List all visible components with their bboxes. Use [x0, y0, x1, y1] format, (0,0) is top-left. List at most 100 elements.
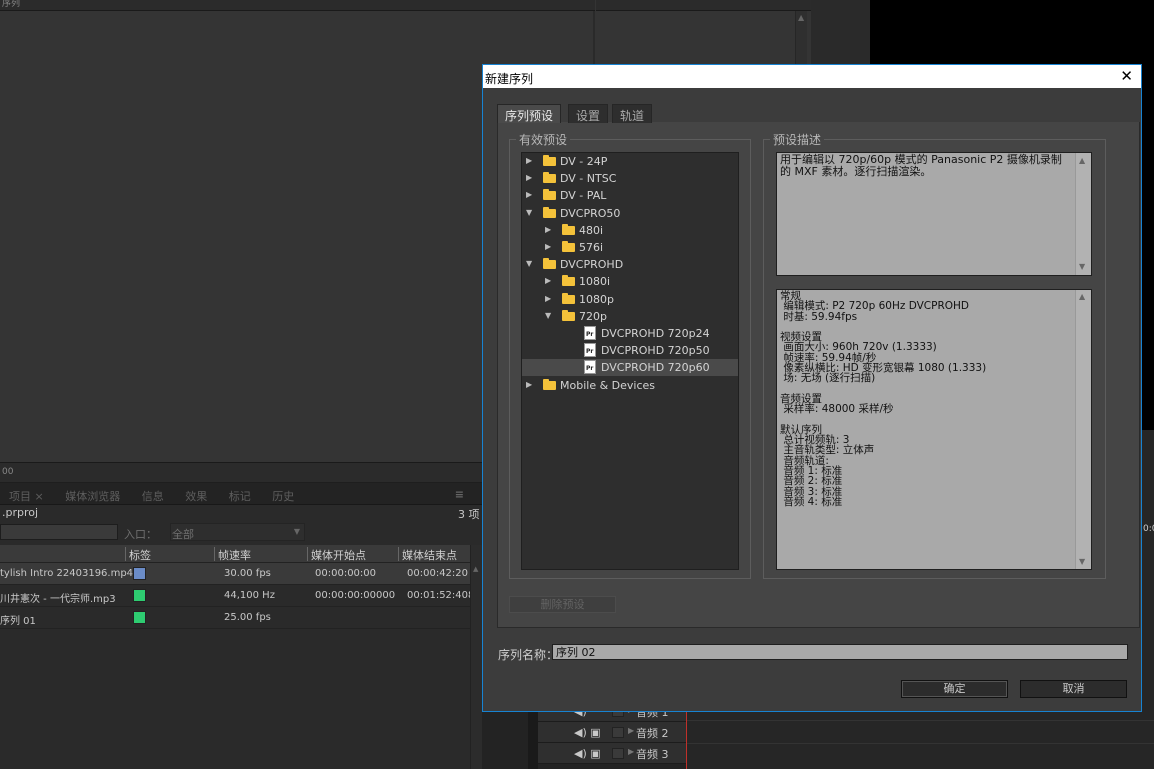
- tree-item-label: 1080p: [579, 292, 614, 306]
- expand-icon[interactable]: ▶: [526, 380, 532, 389]
- speaker-icon[interactable]: ◀) ▣: [574, 726, 601, 739]
- expand-icon[interactable]: ▶: [526, 173, 532, 182]
- project-row[interactable]: 序列 01 25.00 fps: [0, 607, 470, 629]
- project-column-header: 标签 帧速率 媒体开始点 媒体结束点: [0, 545, 470, 563]
- scroll-down-icon[interactable]: ▼: [1079, 557, 1085, 567]
- tree-folder-item[interactable]: ▼ DVCPRO50: [522, 205, 738, 222]
- expand-icon[interactable]: ▶: [545, 276, 551, 285]
- tab-media-browser[interactable]: 媒体浏览器: [56, 483, 129, 504]
- item-fps: 30.00 fps: [224, 568, 271, 579]
- scroll-up-icon[interactable]: ▲: [1079, 155, 1085, 167]
- tree-folder-item[interactable]: ▶ 1080p: [522, 291, 738, 308]
- tree-item-label: DVCPRO50: [560, 206, 621, 220]
- tree-item-label: 480i: [579, 223, 604, 237]
- folder-icon: [543, 172, 556, 184]
- tab-sequence-presets[interactable]: 序列预设: [497, 104, 562, 123]
- label-color-swatch[interactable]: [133, 567, 146, 580]
- tree-folder-item[interactable]: ▶ 480i: [522, 222, 738, 239]
- tree-folder-item[interactable]: ▼ 720p: [522, 308, 738, 325]
- panel-menu-icon[interactable]: ≡: [455, 488, 464, 501]
- details-text: 常规 编辑模式: P2 720p 60Hz DVCPROHD 时基: 59.94…: [780, 290, 987, 508]
- project-scrollbar[interactable]: ▲: [470, 545, 482, 769]
- folder-icon: [562, 241, 575, 252]
- description-scrollbar[interactable]: ▲ ▼: [1075, 153, 1091, 275]
- expand-icon[interactable]: ▶: [526, 190, 532, 199]
- tree-folder-item[interactable]: ▶ 1080i: [522, 273, 738, 290]
- project-row[interactable]: 川井憲次 - 一代宗师.mp3 44,100 Hz 00:00:00:00000…: [0, 585, 481, 607]
- project-search-input[interactable]: [0, 524, 118, 540]
- tree-preset-item[interactable]: DVCPROHD 720p50: [522, 342, 738, 359]
- scroll-up-icon[interactable]: ▲: [473, 565, 478, 573]
- track-toggle[interactable]: [612, 727, 624, 738]
- sequence-name-input[interactable]: [552, 644, 1128, 660]
- track-divider: [687, 720, 1154, 721]
- tab-history[interactable]: 历史: [263, 483, 303, 504]
- tree-folder-item[interactable]: ▶ DV - PAL: [522, 187, 738, 204]
- label-color-swatch[interactable]: [133, 611, 146, 624]
- tree-folder-item[interactable]: ▶ 576i: [522, 239, 738, 256]
- column-media-end[interactable]: 媒体结束点: [402, 547, 457, 563]
- preset-tree[interactable]: ▶ DV - 24P ▶ DV - NTSC ▶ DV - PAL ▼ DVCPRO50 ▶ 48…: [521, 152, 739, 570]
- tree-preset-item[interactable]: DVCPROHD 720p24: [522, 325, 738, 342]
- item-fps: 44,100 Hz: [224, 590, 275, 601]
- playhead[interactable]: [686, 712, 687, 769]
- sequence-name-label: 序列名称：: [498, 648, 559, 662]
- column-media-start[interactable]: 媒体开始点: [311, 547, 366, 563]
- scroll-up-icon[interactable]: ▲: [798, 13, 804, 22]
- tab-markers[interactable]: 标记: [220, 483, 260, 504]
- preset-file-icon: [584, 343, 596, 358]
- ok-button[interactable]: 确定: [901, 680, 1008, 698]
- expand-icon[interactable]: ▶: [628, 747, 634, 756]
- scroll-up-icon[interactable]: ▲: [1079, 292, 1085, 302]
- tree-item-label: 720p: [579, 309, 607, 323]
- speaker-icon[interactable]: ◀) ▣: [574, 747, 601, 760]
- dialog-titlebar[interactable]: 新建序列 ✕: [483, 65, 1141, 88]
- preset-description-legend: 预设描述: [773, 133, 822, 147]
- column-separator[interactable]: [125, 547, 126, 561]
- column-label[interactable]: 标签: [129, 547, 151, 563]
- tree-folder-item[interactable]: ▶ DV - NTSC: [522, 170, 738, 187]
- column-separator[interactable]: [307, 547, 308, 561]
- tree-folder-item[interactable]: ▶ Mobile & Devices: [522, 377, 738, 394]
- collapse-icon[interactable]: ▼: [545, 311, 551, 320]
- entry-value: 全部: [172, 528, 194, 541]
- tab-effects[interactable]: 效果: [176, 483, 216, 504]
- tab-settings[interactable]: 设置: [568, 104, 609, 123]
- expand-icon[interactable]: ▶: [526, 156, 532, 165]
- panel-header: 序列: [0, 0, 595, 11]
- tree-preset-item[interactable]: DVCPROHD 720p60: [522, 359, 738, 377]
- track-header[interactable]: ◀) ▣ ▶ 音频 2: [538, 722, 686, 743]
- preset-file-icon: [584, 326, 596, 340]
- cancel-button[interactable]: 取消: [1020, 680, 1127, 698]
- track-name: 音频 2: [636, 727, 669, 740]
- project-row[interactable]: tylish Intro 22403196.mp4 30.00 fps 00:0…: [0, 563, 470, 585]
- label-color-swatch[interactable]: [133, 589, 146, 602]
- dialog-title: 新建序列: [485, 72, 534, 86]
- collapse-icon[interactable]: ▼: [526, 259, 532, 268]
- tab-project[interactable]: 项目 ×: [0, 483, 53, 504]
- tree-item-label: DVCPROHD 720p24: [601, 327, 710, 340]
- expand-icon[interactable]: ▶: [545, 242, 551, 251]
- expand-icon[interactable]: ▶: [545, 294, 551, 303]
- new-sequence-dialog: 新建序列 ✕ 序列预设 设置 轨道 有效预设 预设描述 ▶ DV - 24P ▶ DV…: [482, 64, 1142, 712]
- details-scrollbar[interactable]: ▲ ▼: [1075, 290, 1091, 569]
- track-header[interactable]: ◀) ▣ ▶ 音频 3: [538, 743, 686, 764]
- panel-header-right: [596, 0, 811, 11]
- expand-icon[interactable]: ▶: [628, 726, 634, 735]
- column-separator[interactable]: [398, 547, 399, 561]
- tree-folder-item[interactable]: ▼ DVCPROHD: [522, 256, 738, 273]
- column-fps[interactable]: 帧速率: [218, 547, 251, 563]
- folder-icon: [543, 258, 556, 270]
- tree-folder-item[interactable]: ▶ DV - 24P: [522, 153, 738, 170]
- expand-icon[interactable]: ▶: [545, 225, 551, 234]
- scroll-down-icon[interactable]: ▼: [1079, 261, 1085, 273]
- track-toggle[interactable]: [612, 748, 624, 759]
- tab-info[interactable]: 信息: [133, 483, 173, 504]
- tab-tracks[interactable]: 轨道: [612, 104, 653, 123]
- column-separator[interactable]: [214, 547, 215, 561]
- close-icon[interactable]: ✕: [1120, 67, 1133, 85]
- collapse-icon[interactable]: ▼: [526, 208, 532, 217]
- tree-item-label: 1080i: [579, 275, 611, 289]
- track-name: 音频 3: [636, 748, 669, 761]
- delete-preset-button[interactable]: 删除预设: [509, 596, 616, 613]
